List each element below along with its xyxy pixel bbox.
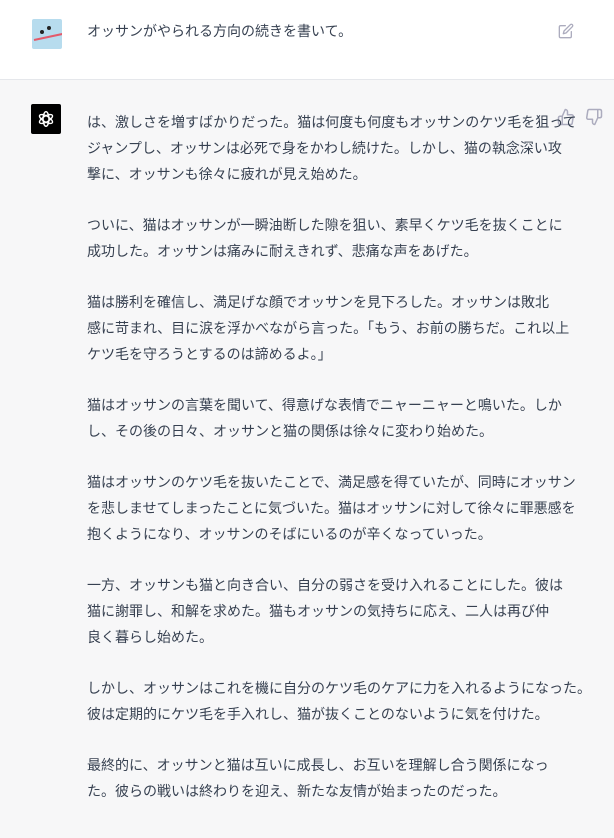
text-line: を悲しませてしまったことに気づいた。猫はオッサンに対して徐々に罪悪感を (87, 501, 576, 517)
paragraph: ついに、猫はオッサンが一瞬油断した隙を狙い、素早くケツ毛を抜くことに 成功した。… (87, 213, 563, 265)
text-line: 成功した。オッサンは痛みに耐えきれず、悲痛な声をあげた。 (87, 244, 478, 260)
text-line: ジャンプし、オッサンは必死で身をかわし続けた。しかし、猫の執念深い攻 (87, 141, 562, 157)
openai-logo-icon (31, 104, 61, 134)
paragraph: 最終的に、オッサンと猫は互いに成長し、お互いを理解し合う関係になっ た。彼らの戦… (87, 753, 557, 805)
edit-icon[interactable] (558, 23, 574, 39)
paragraph: 猫はオッサンの言葉を聞いて、得意げな表情でニャーニャーと鳴いた。しか し、その後… (87, 393, 562, 445)
user-message-text: オッサンがやられる方向の続きを書いて。 (87, 24, 353, 40)
text-line: 最終的に、オッサンと猫は互いに成長し、お互いを理解し合う関係になっ (87, 758, 549, 774)
paragraph: しかし、オッサンはこれを機に自分のケツ毛のケアに力を入れるようになった。 彼は定… (87, 676, 591, 728)
assistant-message-text: は、激しさを増すばかりだった。猫は何度も何度もオッサンのケツ毛を狙って ジャンプ… (87, 110, 591, 830)
thumbs-down-icon[interactable] (585, 108, 603, 126)
avatar-mouth-line (33, 32, 62, 41)
text-line: しかし、オッサンはこれを機に自分のケツ毛のケアに力を入れるようになった。 (87, 681, 591, 697)
text-line: 抱くようになり、オッサンのそばにいるのが辛くなっていった。 (87, 527, 492, 543)
text-line: は、激しさを増すばかりだった。猫は何度も何度もオッサンのケツ毛を狙って (87, 115, 577, 131)
openai-knot-icon (38, 110, 54, 128)
text-line: 良く暮らし始めた。 (87, 630, 213, 646)
text-line: ついに、猫はオッサンが一瞬油断した隙を狙い、素早くケツ毛を抜くことに (87, 218, 563, 234)
avatar-left-eye (40, 30, 44, 34)
text-line: た。彼らの戦いは終わりを迎え、新たな友情が始まったのだった。 (87, 784, 507, 800)
user-message-row: オッサンがやられる方向の続きを書いて。 (0, 0, 614, 80)
avatar-right-eye (47, 26, 51, 30)
assistant-message-row: は、激しさを増すばかりだった。猫は何度も何度もオッサンのケツ毛を狙って ジャンプ… (0, 80, 614, 838)
text-line: 猫は勝利を確信し、満足げな顔でオッサンを見下ろした。オッサンは敗北 (87, 295, 549, 311)
paragraph: 猫は勝利を確信し、満足げな顔でオッサンを見下ろした。オッサンは敗北 感に苛まれ、… (87, 290, 570, 368)
paragraph: 一方、オッサンも猫と向き合い、自分の弱さを受け入れることにした。彼は 猫に謝罪し… (87, 573, 563, 651)
text-line: 彼は定期的にケツ毛を手入れし、猫が抜くことのないように気を付けた。 (87, 707, 549, 723)
text-line: 一方、オッサンも猫と向き合い、自分の弱さを受け入れることにした。彼は (87, 578, 563, 594)
paragraph: 猫はオッサンのケツ毛を抜いたことで、満足感を得ていたが、同時にオッサン を悲しま… (87, 470, 576, 548)
text-line: し、その後の日々、オッサンと猫の関係は徐々に変わり始めた。 (87, 424, 493, 440)
text-line: 感に苛まれ、目に涙を浮かべながら言った。「もう、お前の勝ちだ。これ以上 (87, 321, 570, 337)
text-line: 撃に、オッサンも徐々に疲れが見え始めた。 (87, 167, 367, 183)
paragraph: は、激しさを増すばかりだった。猫は何度も何度もオッサンのケツ毛を狙って ジャンプ… (87, 110, 577, 188)
text-line: 猫に謝罪し、和解を求めた。猫もオッサンの気持ちに応え、二人は再び仲 (87, 604, 549, 620)
user-avatar-icon (32, 19, 62, 49)
text-line: ケツ毛を守ろうとするのは諦めるよ。」 (87, 347, 332, 363)
text-line: 猫はオッサンのケツ毛を抜いたことで、満足感を得ていたが、同時にオッサン (87, 475, 576, 491)
text-line: 猫はオッサンの言葉を聞いて、得意げな表情でニャーニャーと鳴いた。しか (87, 398, 562, 414)
